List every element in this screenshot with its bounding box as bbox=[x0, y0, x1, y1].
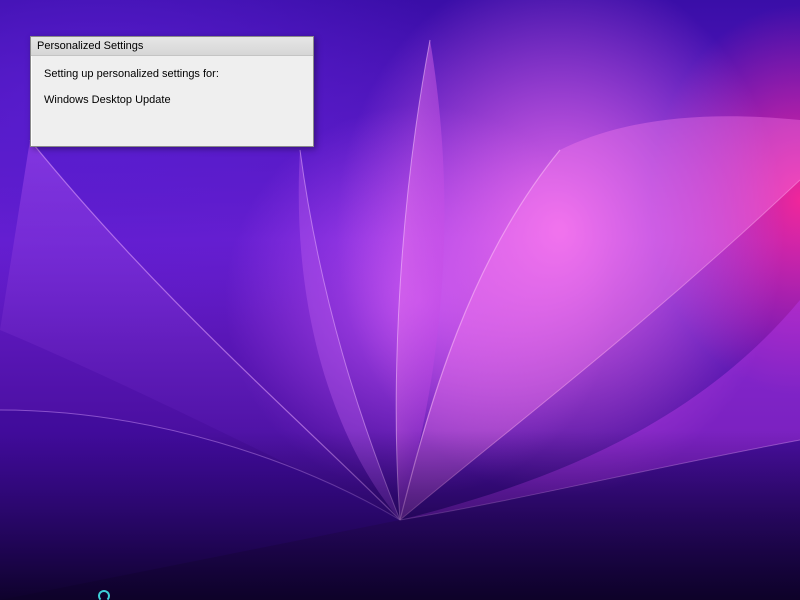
dialog-component-name: Windows Desktop Update bbox=[44, 94, 171, 106]
dialog-title: Personalized Settings bbox=[31, 37, 313, 56]
dialog-message: Setting up personalized settings for: bbox=[44, 68, 219, 80]
desktop: Personalized Settings Setting up persona… bbox=[0, 0, 800, 600]
busy-spinner-icon bbox=[98, 590, 110, 600]
personalized-settings-dialog: Personalized Settings Setting up persona… bbox=[30, 36, 314, 147]
